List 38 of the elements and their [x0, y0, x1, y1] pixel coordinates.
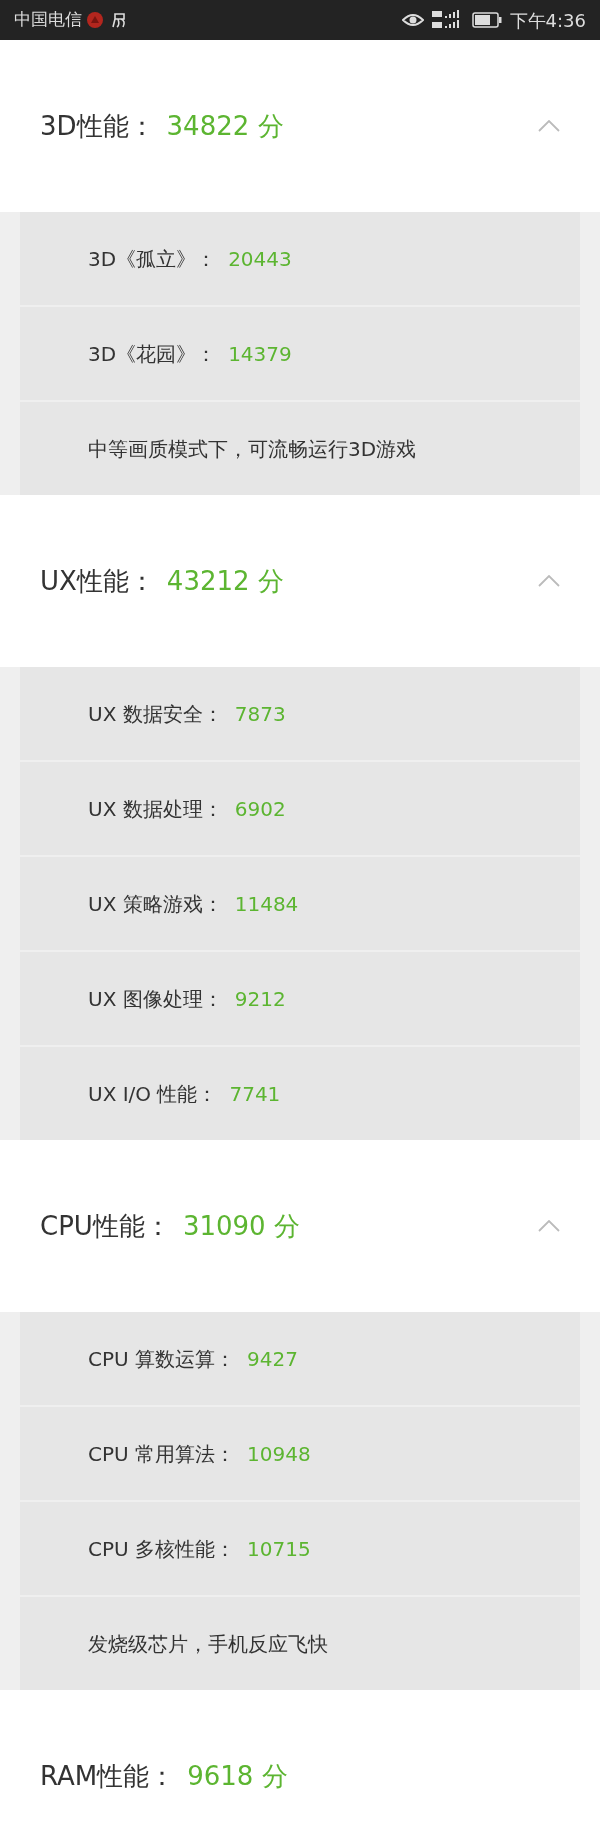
- result-value: 6902: [234, 795, 286, 823]
- section-score: 31090 分: [182, 1209, 300, 1243]
- chevron-up-icon[interactable]: [538, 1220, 560, 1232]
- summary-text: 中等画质模式下，可流畅运行3D游戏: [88, 435, 417, 463]
- result-value: 20443: [228, 245, 292, 273]
- result-label: CPU 算数运算：: [88, 1345, 236, 1373]
- result-value: 11484: [234, 890, 299, 918]
- section-score: 43212 分: [166, 564, 284, 598]
- carrier-text: 中国电信: [14, 8, 82, 32]
- section-score: 34822 分: [166, 109, 284, 143]
- section-title: CPU性能：: [40, 1209, 171, 1243]
- result-value: 9427: [247, 1345, 298, 1373]
- result-label: CPU 常用算法：: [88, 1440, 236, 1468]
- result-label: 3D《孤立》：: [88, 245, 217, 273]
- section-title: RAM性能：: [40, 1759, 176, 1793]
- chevron-up-icon[interactable]: [538, 575, 560, 587]
- result-label: UX 数据处理：: [88, 795, 223, 823]
- clock-text: 下午4:36: [509, 8, 586, 33]
- summary-text: 发烧级芯片，手机反应飞快: [88, 1630, 328, 1658]
- result-label: UX 图像处理：: [88, 985, 223, 1013]
- eye-icon: [401, 12, 424, 28]
- chevron-up-icon[interactable]: [538, 120, 560, 132]
- result-value: 14379: [228, 340, 292, 368]
- battery-icon: [471, 12, 502, 28]
- result-value: 7741: [229, 1080, 281, 1108]
- result-label: 3D《花园》：: [88, 340, 217, 368]
- result-value: 9212: [234, 985, 286, 1013]
- result-value: 10715: [247, 1535, 311, 1563]
- section-title: UX性能：: [40, 564, 155, 598]
- result-label: UX 策略游戏：: [88, 890, 223, 918]
- result-label: CPU 多核性能：: [88, 1535, 236, 1563]
- result-label: UX I/O 性能：: [88, 1080, 218, 1108]
- result-value: 7873: [234, 700, 286, 728]
- section-title: 3D性能：: [40, 109, 155, 143]
- app-notification-icon: [86, 11, 104, 29]
- section-score: 9618 分: [187, 1759, 288, 1793]
- result-label: UX 数据安全：: [88, 700, 223, 728]
- result-value: 10948: [247, 1440, 311, 1468]
